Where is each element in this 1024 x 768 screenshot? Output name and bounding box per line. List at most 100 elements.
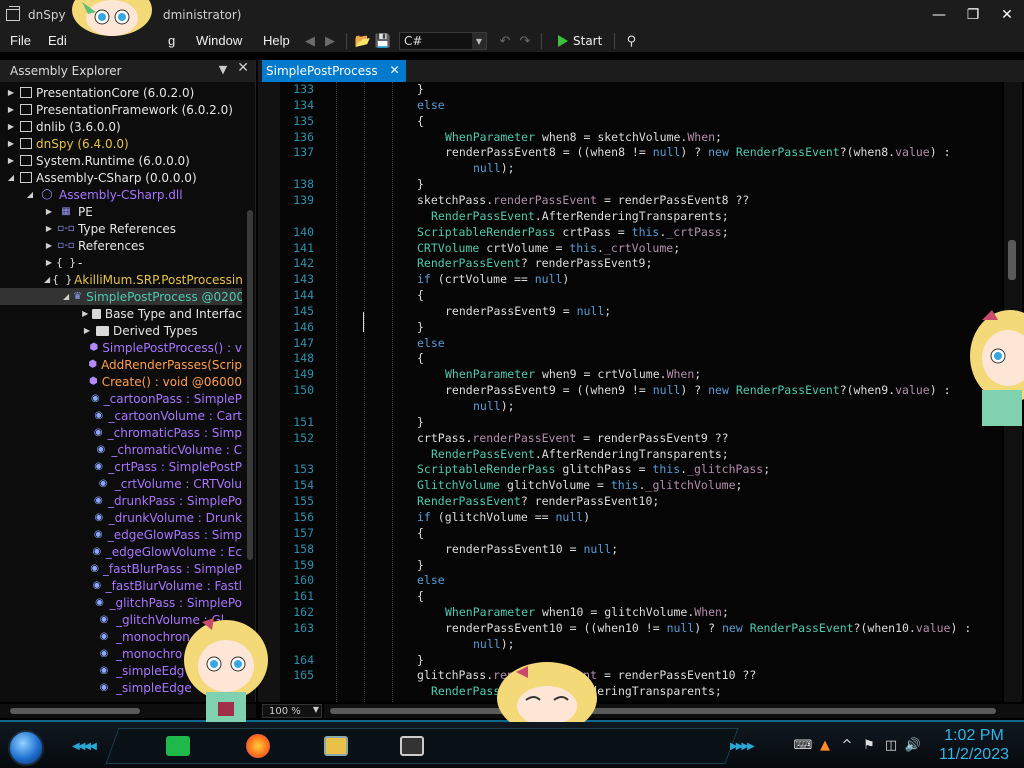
- expand-toggle-icon[interactable]: ▶: [44, 207, 54, 216]
- tree-node[interactable]: ▶ Derived Types: [0, 322, 242, 339]
- tree-node[interactable]: ⬢ SimplePostProcess() : v: [0, 339, 242, 356]
- flag-icon[interactable]: ⚑: [858, 735, 880, 755]
- volume-icon[interactable]: 🔊: [902, 735, 924, 755]
- tree-node-label: AkilliMum.SRP.PostProcessing: [74, 272, 242, 287]
- network-icon[interactable]: ◫: [880, 735, 902, 755]
- editor-horizontal-scrollbar[interactable]: [324, 704, 1024, 718]
- search-icon[interactable]: ⚲: [621, 32, 641, 50]
- zoom-value: 100 %: [269, 705, 301, 717]
- tree-node[interactable]: ◉ _drunkPass : SimplePo: [0, 492, 242, 509]
- line-number: 166: [280, 700, 314, 702]
- tree-node[interactable]: ◉ _edgeGlowVolume : Ec: [0, 543, 242, 560]
- expand-toggle-icon[interactable]: ◢: [6, 173, 16, 182]
- taskbar-app-firefox[interactable]: [240, 732, 276, 760]
- expand-toggle-icon[interactable]: ▶: [6, 88, 16, 97]
- expand-toggle-icon[interactable]: ▶: [82, 326, 92, 335]
- tree-node[interactable]: ◢{ } AkilliMum.SRP.PostProcessing: [0, 271, 242, 288]
- taskbar-app-notes[interactable]: [160, 732, 196, 760]
- tree-node[interactable]: ◉ _edgeGlowPass : Simp: [0, 526, 242, 543]
- method-icon: ⬢: [88, 376, 98, 387]
- tree-node[interactable]: ▶ System.Runtime (6.0.0.0): [0, 152, 242, 169]
- tree-node[interactable]: ▶ ▫-▫ References: [0, 237, 242, 254]
- maximize-button[interactable]: ❐: [956, 0, 990, 30]
- forward-icon[interactable]: ▶: [320, 32, 340, 50]
- menu-item-file[interactable]: File: [10, 33, 31, 48]
- expand-toggle-icon[interactable]: ▶: [82, 309, 88, 318]
- code-line: 145 renderPassEvent9 = null;: [280, 304, 1002, 320]
- close-button[interactable]: ✕: [990, 0, 1024, 30]
- language-select[interactable]: C# ▼: [399, 32, 487, 50]
- undo-icon[interactable]: ↶: [495, 32, 515, 50]
- back-icon[interactable]: ◀: [300, 32, 320, 50]
- line-number: 153: [293, 462, 314, 477]
- field-icon: ◉: [93, 427, 103, 438]
- expand-toggle-icon[interactable]: ▶: [6, 105, 16, 114]
- tree-node[interactable]: ⬢ AddRenderPasses(Scrip: [0, 356, 242, 373]
- expand-toggle-icon[interactable]: ▶: [6, 122, 16, 131]
- panel-menu-icon[interactable]: ▼: [219, 63, 227, 76]
- expand-toggle-icon[interactable]: ◢: [25, 190, 35, 199]
- tree-node[interactable]: ▶ dnSpy (6.4.0.0): [0, 135, 242, 152]
- tree-node[interactable]: ▶{ } -: [0, 254, 242, 271]
- scroll-thumb[interactable]: [1008, 240, 1016, 280]
- tree-node[interactable]: ▶ ▦ PE: [0, 203, 242, 220]
- menu-item-debug[interactable]: Window: [196, 33, 242, 48]
- tree-node[interactable]: ▶ Base Type and Interfac: [0, 305, 242, 322]
- tree-node[interactable]: ◉ _fastBlurPass : SimpleP: [0, 560, 242, 577]
- expand-toggle-icon[interactable]: ◢: [44, 275, 50, 284]
- menu-item-view[interactable]: g: [168, 33, 175, 48]
- scroll-thumb[interactable]: [10, 708, 140, 714]
- tree-node[interactable]: ◉ _cartoonVolume : Cart: [0, 407, 242, 424]
- tree-node[interactable]: ◉ _chromaticPass : Simp: [0, 424, 242, 441]
- code-line: 138}: [280, 177, 1002, 193]
- tree-node[interactable]: ◢ ♛ SimplePostProcess @0200: [0, 288, 242, 305]
- tree-node[interactable]: ▶ ▫-▫ Type References: [0, 220, 242, 237]
- expand-toggle-icon[interactable]: ◢: [63, 292, 69, 301]
- panel-close-icon[interactable]: ✕: [237, 60, 249, 76]
- explorer-scrollbar[interactable]: [247, 210, 253, 560]
- code-line: 141 CRTVolume crtVolume = this._crtVolume…: [280, 241, 1002, 257]
- start-debug-button[interactable]: Start: [558, 34, 602, 48]
- play-icon: [558, 35, 568, 47]
- code-line: 166Scriptable ass = this._vcrPass;: [280, 700, 1002, 702]
- tree-node[interactable]: ◢ ◯ Assembly-CSharp.dll: [0, 186, 242, 203]
- tree-node[interactable]: ◉ _fastBlurVolume : Fastl: [0, 577, 242, 594]
- tree-node[interactable]: ◉ _cartoonPass : SimpleP: [0, 390, 242, 407]
- menu-item-window[interactable]: Help: [263, 33, 290, 48]
- clock[interactable]: 1:02 PM 11/2/2023: [924, 726, 1024, 764]
- redo-icon[interactable]: ↷: [515, 32, 535, 50]
- code-line: 137 renderPassEvent8 = ((when8 != null) ?…: [280, 145, 1002, 161]
- expand-toggle-icon[interactable]: ▶: [44, 241, 54, 250]
- tree-node[interactable]: ◉ _crtVolume : CRTVolu: [0, 475, 242, 492]
- tree-node[interactable]: ▶ PresentationFramework (6.0.2.0): [0, 101, 242, 118]
- minimize-button[interactable]: —: [922, 0, 956, 30]
- tree-node[interactable]: ▶ dnlib (3.6.0.0): [0, 118, 242, 135]
- app-tray-icon[interactable]: ▲: [814, 735, 836, 755]
- tree-node[interactable]: ▶ PresentationCore (6.0.2.0): [0, 84, 242, 101]
- line-number: 163: [293, 620, 314, 635]
- save-icon[interactable]: 💾: [373, 32, 393, 50]
- start-orb-icon[interactable]: [8, 730, 44, 766]
- tab-simplepostprocess[interactable]: SimplePostProcess ✕: [262, 60, 406, 82]
- scroll-thumb[interactable]: [330, 708, 996, 714]
- tree-node[interactable]: ◉ _drunkVolume : Drunk: [0, 509, 242, 526]
- tree-node[interactable]: ⬢ Create() : void @06000: [0, 373, 242, 390]
- open-folder-icon[interactable]: 📂: [353, 32, 373, 50]
- line-number: 136: [293, 129, 314, 144]
- tree-node[interactable]: ◉ _crtPass : SimplePostP: [0, 458, 242, 475]
- tree-node[interactable]: ◉ _glitchPass : SimplePo: [0, 594, 242, 611]
- taskbar-app-explorer[interactable]: [318, 732, 354, 760]
- keyboard-icon[interactable]: ⌨: [792, 735, 814, 755]
- expand-toggle-icon[interactable]: ▶: [6, 139, 16, 148]
- pe-icon: ▦: [61, 206, 71, 217]
- tab-close-icon[interactable]: ✕: [390, 63, 400, 77]
- tree-node[interactable]: ◉ _chromaticVolume : C: [0, 441, 242, 458]
- expand-toggle-icon[interactable]: ▶: [44, 224, 54, 233]
- chevron-up-icon[interactable]: ^: [836, 735, 858, 755]
- line-number: 147: [293, 335, 314, 350]
- code-editor[interactable]: 133} 134 else 135{136 WhenParameter when8 = …: [280, 82, 1002, 702]
- expand-toggle-icon[interactable]: ▶: [44, 258, 54, 267]
- expand-toggle-icon[interactable]: ▶: [6, 156, 16, 165]
- taskbar-app-dnspy[interactable]: [394, 732, 430, 760]
- tree-node[interactable]: ◢ Assembly-CSharp (0.0.0.0): [0, 169, 242, 186]
